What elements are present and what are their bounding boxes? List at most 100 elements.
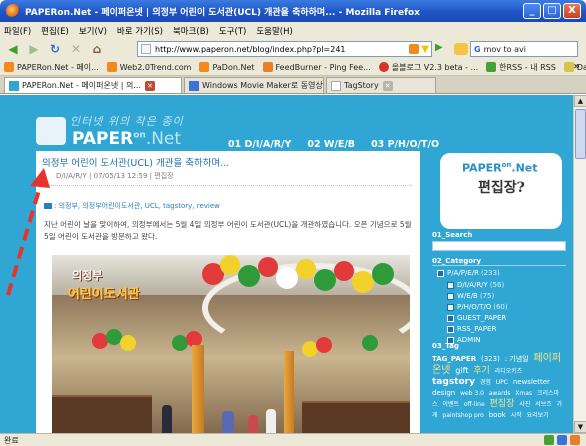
minimize-button[interactable]: _	[523, 3, 541, 19]
tab-close-icon[interactable]: ✕	[382, 80, 393, 91]
tag-link[interactable]: 시작	[511, 412, 522, 419]
category-web[interactable]: W/E/B (75)	[447, 292, 494, 300]
nav-photo[interactable]: 03 P/H/O/T/O	[371, 139, 439, 150]
category-count: (56)	[489, 281, 505, 289]
category-label: D/I/A/R/Y	[457, 281, 488, 289]
category-rss-paper[interactable]: RSS_PAPER	[447, 325, 496, 333]
tag-link[interactable]: gift	[455, 366, 468, 375]
sidebar-search-input[interactable]	[432, 241, 566, 251]
balloon	[120, 335, 136, 351]
tag-link[interactable]: UPC	[496, 379, 508, 386]
category-guest-paper[interactable]: GUEST_PAPER	[447, 314, 506, 322]
category-count: (75)	[479, 292, 495, 300]
nav-web[interactable]: 02 W/E/B	[307, 139, 355, 150]
tag-link[interactable]: 후기	[473, 366, 490, 376]
home-icon[interactable]: ⌂	[88, 41, 106, 57]
page-favicon-icon	[141, 44, 151, 54]
search-engine-icon[interactable]	[454, 43, 468, 55]
blog-title-main: PAPER	[72, 129, 134, 149]
blog-title-suffix: .Net	[145, 129, 182, 149]
tag-link[interactable]: 편집장	[490, 399, 515, 409]
post-tags-text[interactable]: : 의정부, 의정부어린이도서관, UCL, tagstory, review	[54, 202, 220, 210]
photo-sign-top: 의정부	[72, 269, 103, 282]
menu-edit[interactable]: 편집(E)	[41, 25, 69, 37]
tag-link[interactable]: newsletter	[513, 378, 550, 386]
balloon	[220, 255, 240, 275]
forward-arrow-icon[interactable]: ▶	[25, 41, 43, 57]
address-bar[interactable]: http://www.paperon.net/blog/index.php?pl…	[137, 41, 432, 57]
category-paper[interactable]: P/A/P/E/R (233)	[437, 269, 500, 277]
category-label: GUEST_PAPER	[457, 314, 507, 322]
scroll-up-arrow-icon[interactable]: ▲	[574, 95, 586, 107]
addon-icon[interactable]	[557, 435, 567, 445]
balloon	[316, 337, 332, 353]
tag-link[interactable]: design	[432, 389, 455, 397]
scrollbar-thumb[interactable]	[575, 109, 586, 159]
bookmark-item[interactable]: Web2.0Trend.com	[106, 62, 191, 72]
tag-link[interactable]: off-line	[464, 401, 485, 408]
tab-close-icon[interactable]: ✕	[144, 80, 155, 91]
close-button[interactable]: X	[563, 3, 581, 19]
tab-moviemaker[interactable]: Windows Movie Maker로 동영상 만들기 ✕	[184, 77, 324, 93]
window-titlebar: PAPERon.Net - 페이퍼온넷 | 의정부 어린이 도서관(UCL) 개…	[0, 0, 586, 22]
tag-link[interactable]: : 기념일	[505, 355, 529, 363]
tag-link[interactable]: web 3.0	[460, 390, 484, 397]
tab-paperon[interactable]: PAPERon.Net - 페이퍼온넷 | 의... ✕	[4, 77, 182, 93]
status-text: 완료	[4, 435, 19, 445]
tab-favicon-icon	[9, 80, 19, 91]
tag-link[interactable]: awards	[489, 390, 511, 397]
bookmark-item[interactable]: PaDon.Net	[199, 62, 255, 72]
bookmark-item[interactable]: 올블로그 V2.3 beta - ...	[378, 62, 478, 73]
tag-paper-count: (323)	[480, 355, 500, 363]
menu-help[interactable]: 도움말(H)	[256, 25, 292, 37]
bookmarks-overflow-button[interactable]: »	[574, 61, 580, 72]
rss-feed-icon[interactable]	[409, 44, 420, 54]
bookmark-item[interactable]: PAPERon.Net - 페이...	[4, 62, 99, 73]
logo-placeholder	[36, 117, 66, 145]
category-photo[interactable]: P/H/O/T/O (60)	[447, 303, 508, 311]
menu-file[interactable]: 파일(F)	[4, 25, 31, 37]
addon-icon[interactable]	[570, 435, 580, 445]
guestbook-icon	[447, 314, 454, 322]
tag-link[interactable]: 라디오키즈	[495, 368, 523, 375]
search-input[interactable]: G mov to avi	[470, 41, 578, 57]
balloon	[258, 257, 278, 277]
folder-icon	[447, 292, 454, 300]
tag-paper-label[interactable]: TAG_PAPER	[432, 355, 476, 363]
bookmark-star-icon[interactable]: ▼	[421, 44, 429, 55]
maximize-button[interactable]: □	[543, 3, 561, 19]
tab-label: PAPERon.Net - 페이퍼온넷 | 의...	[22, 81, 141, 90]
url-text[interactable]: http://www.paperon.net/blog/index.php?pl…	[155, 45, 407, 54]
tag-link[interactable]: 이벤트	[442, 401, 459, 408]
post-tags[interactable]: : 의정부, 의정부어린이도서관, UCL, tagstory, review	[44, 201, 220, 211]
post-title[interactable]: 의정부 어린이 도서관(UCL) 개관을 축하하며...	[42, 155, 229, 169]
search-value[interactable]: mov to avi	[484, 45, 526, 54]
tag-link[interactable]: book	[489, 411, 506, 419]
tag-link[interactable]: Xmas	[515, 390, 532, 397]
photo-sign-main: 어린이도서관	[68, 287, 140, 302]
scroll-down-arrow-icon[interactable]: ▼	[574, 421, 586, 433]
tag-link[interactable]: 사진	[519, 401, 530, 408]
blog-title[interactable]: PAPERon.Net	[72, 129, 181, 149]
reload-icon[interactable]: ↻	[46, 41, 64, 57]
addon-icon[interactable]	[544, 435, 554, 445]
tag-link[interactable]: paintshop pro	[442, 412, 483, 419]
menu-tools[interactable]: 도구(T)	[219, 25, 246, 37]
tag-link[interactable]: 요리보기	[527, 412, 549, 419]
menu-view[interactable]: 보기(V)	[79, 25, 107, 37]
stop-icon[interactable]: ✕	[67, 41, 85, 57]
vertical-scrollbar[interactable]: ▲ ▼	[573, 95, 586, 433]
back-arrow-icon[interactable]: ◀	[4, 41, 22, 57]
go-button-icon[interactable]: ▶	[435, 42, 449, 56]
tab-tagstory[interactable]: TagStory ✕	[326, 77, 436, 93]
menu-go[interactable]: 바로 가기(S)	[117, 25, 163, 37]
category-diary[interactable]: D/I/A/R/Y (56)	[447, 281, 504, 289]
tag-link[interactable]: 서브즈	[535, 401, 552, 408]
tag-link[interactable]: 경험	[480, 379, 491, 386]
menu-bookmarks[interactable]: 북마크(B)	[173, 25, 209, 37]
tag-link[interactable]: tagstory	[432, 377, 475, 387]
bookmark-item[interactable]: FeedBurner - Ping Fee...	[262, 62, 371, 72]
nav-diary[interactable]: 01 D/I/A/R/Y	[228, 139, 291, 150]
bookmark-item[interactable]: 한RSS - 내 RSS	[486, 62, 556, 73]
post-divider	[44, 185, 412, 186]
